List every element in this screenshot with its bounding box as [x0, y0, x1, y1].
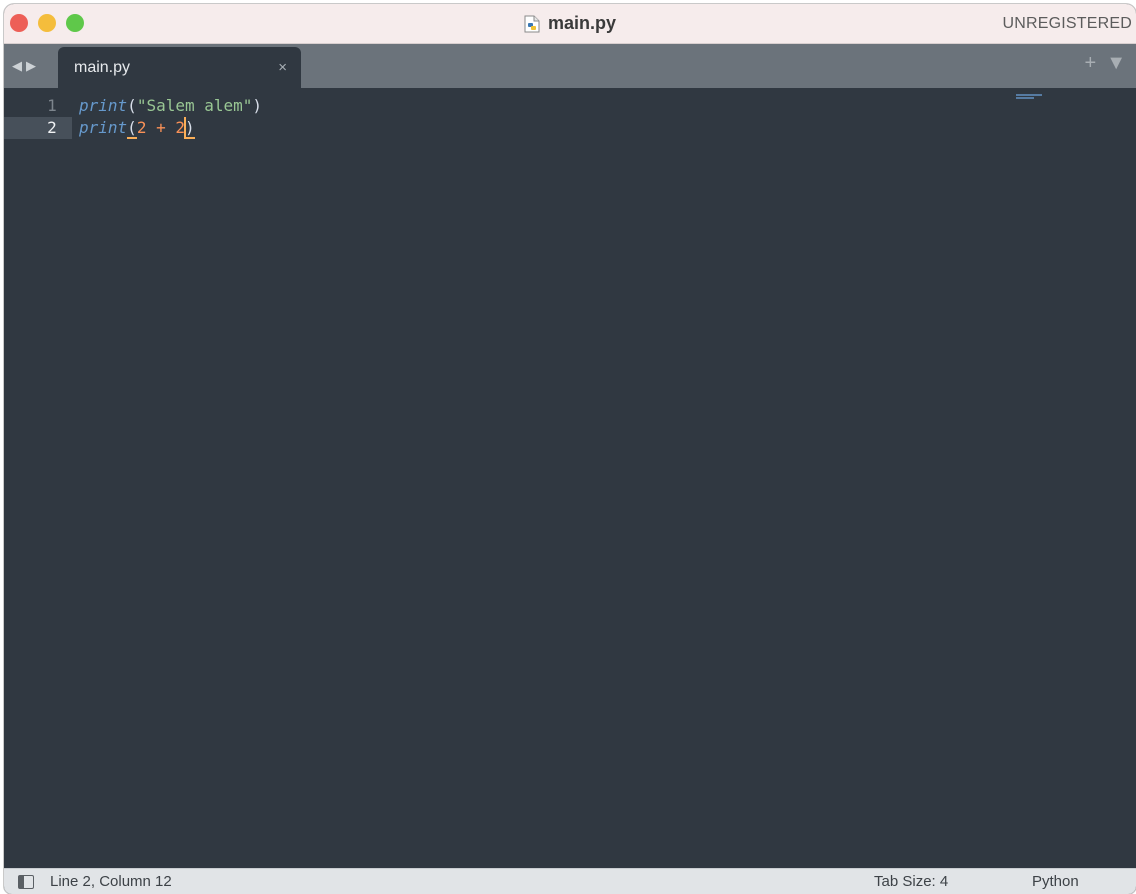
status-bar: Line 2, Column 12 Tab Size: 4 Python [4, 868, 1136, 894]
operator-token: + [146, 118, 176, 137]
string-token: "Salem alem" [136, 96, 253, 115]
code-editor[interactable]: 1 print("Salem alem") 2 print(2 + 2) [4, 88, 1136, 868]
tab-main-py[interactable]: main.py × [58, 47, 301, 88]
panel-toggle-icon[interactable] [18, 875, 34, 889]
function-token: print [79, 118, 128, 137]
line-number-current: 2 [4, 117, 72, 139]
tab-size-selector[interactable]: Tab Size: 4 [874, 869, 948, 894]
minimap[interactable] [1016, 94, 1042, 100]
tab-menu-icon[interactable]: ▼ [1106, 52, 1126, 75]
code-content[interactable]: print("Salem alem") [79, 95, 262, 117]
triangle-left-icon[interactable]: ◀ [12, 58, 24, 74]
function-token: print [79, 96, 128, 115]
paren-token: ( [127, 96, 137, 115]
license-status: UNREGISTERED [1002, 15, 1132, 32]
editor-window: main.py UNREGISTERED ◀ ▶ main.py × + ▼ 1 p… [4, 4, 1136, 894]
close-tab-icon[interactable]: × [278, 47, 287, 88]
line-number: 1 [47, 96, 57, 115]
tab-label: main.py [74, 59, 131, 76]
number-token: 2 [136, 118, 147, 137]
new-tab-icon[interactable]: + [1085, 52, 1097, 75]
paren-token: ) [252, 96, 263, 115]
title-bar: main.py UNREGISTERED [4, 4, 1136, 44]
triangle-right-icon[interactable]: ▶ [26, 58, 38, 74]
cursor-position: Line 2, Column 12 [50, 873, 172, 890]
code-content[interactable]: print(2 + 2) [79, 117, 195, 139]
python-file-icon [524, 15, 540, 33]
window-title: main.py [547, 13, 617, 33]
tab-navigation: ◀ ▶ [12, 58, 40, 74]
matched-open-paren: ( [127, 118, 137, 139]
syntax-selector[interactable]: Python [1032, 869, 1079, 894]
code-line[interactable]: 1 print("Salem alem") [4, 95, 1136, 117]
code-line-current[interactable]: 2 print(2 + 2) [4, 117, 1136, 139]
tab-actions: + ▼ [1075, 52, 1126, 75]
tab-bar: ◀ ▶ main.py × + ▼ [4, 44, 1136, 88]
matched-close-paren: ) [185, 118, 195, 139]
